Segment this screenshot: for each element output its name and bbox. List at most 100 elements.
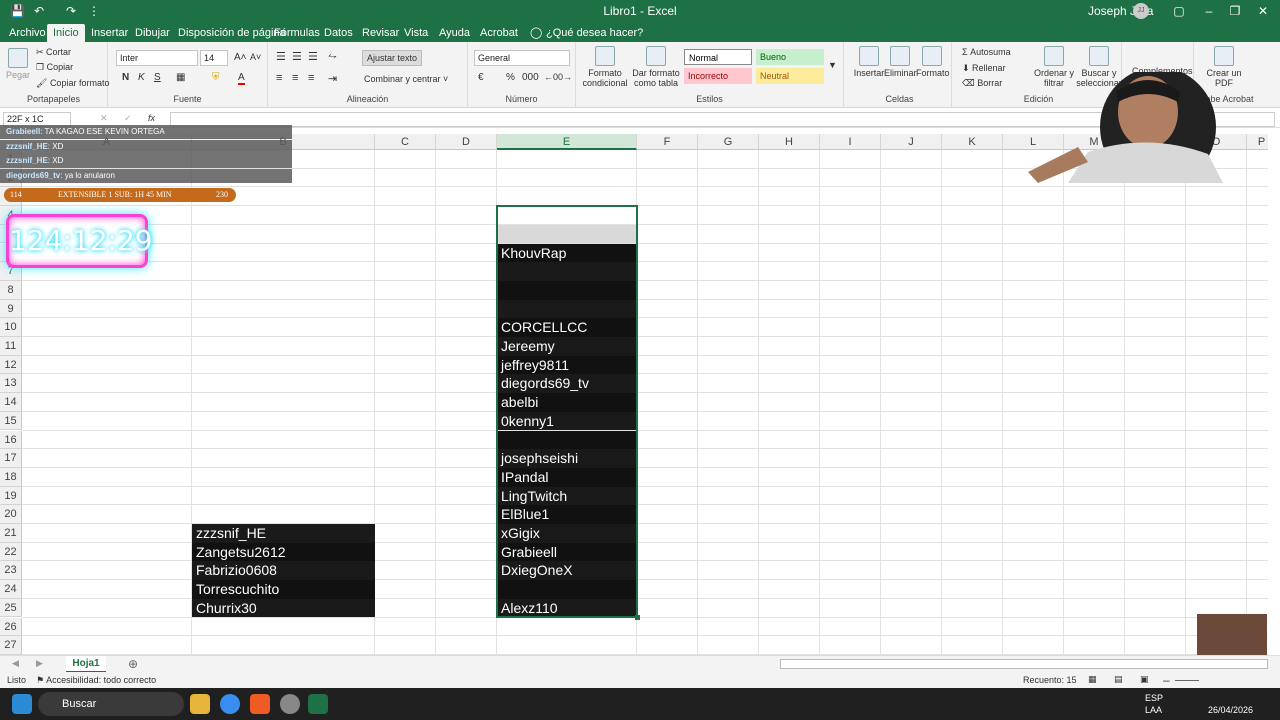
clear-button[interactable]: ⌫ Borrar: [962, 78, 1002, 89]
row-header-13[interactable]: 13: [0, 374, 22, 394]
maximize-icon[interactable]: ❐: [1220, 0, 1250, 22]
row-header-22[interactable]: 22: [0, 542, 22, 562]
number-format-select[interactable]: General: [474, 50, 570, 66]
shrink-font-icon[interactable]: A˅: [250, 52, 261, 62]
cell-e25[interactable]: Alexz110: [497, 598, 637, 618]
tab-insertar[interactable]: Insertar: [85, 24, 134, 42]
cell-e10[interactable]: CORCELLCC: [497, 318, 637, 337]
prev-sheet-icon[interactable]: ◀: [12, 658, 19, 669]
format-cells-button[interactable]: Formato: [916, 46, 950, 78]
language-indicator[interactable]: ESP: [1145, 693, 1163, 703]
decrease-decimal-icon[interactable]: 0→: [558, 72, 572, 82]
font-color-icon[interactable]: A: [238, 72, 245, 85]
cell-e8[interactable]: [497, 280, 637, 300]
style-neutral[interactable]: Neutral: [756, 68, 824, 84]
row-header-12[interactable]: 12: [0, 355, 22, 375]
row-header-23[interactable]: 23: [0, 561, 22, 581]
underline-icon[interactable]: S: [154, 72, 161, 83]
comma-style-icon[interactable]: 000: [522, 72, 539, 83]
avatar[interactable]: JJ: [1133, 3, 1149, 19]
cell-e14[interactable]: abelbi: [497, 393, 637, 412]
page-break-icon[interactable]: ▣: [1140, 674, 1149, 685]
merge-center-button[interactable]: Combinar y centrar ˅: [364, 74, 448, 84]
col-header-f[interactable]: F: [637, 134, 698, 150]
tab-vista[interactable]: Vista: [398, 24, 434, 42]
row-header-10[interactable]: 10: [0, 318, 22, 337]
row-header-16[interactable]: 16: [0, 430, 22, 450]
increase-decimal-icon[interactable]: ←0: [544, 72, 558, 82]
zoom-out-icon[interactable]: –: [1163, 673, 1170, 687]
styles-more-icon[interactable]: ▼: [828, 60, 837, 70]
align-right-icon[interactable]: ≡: [308, 72, 314, 84]
windows-start-icon[interactable]: [12, 694, 32, 714]
cell-e16[interactable]: [497, 430, 637, 450]
row-header-11[interactable]: 11: [0, 337, 22, 356]
col-header-e[interactable]: E: [497, 134, 637, 150]
autosum-button[interactable]: Σ Autosuma: [962, 47, 1011, 57]
zoom-slider[interactable]: [1175, 680, 1199, 681]
cancel-icon[interactable]: ✕: [100, 113, 108, 124]
col-header-i[interactable]: I: [820, 134, 881, 150]
font-name-select[interactable]: Inter: [116, 50, 198, 66]
language-indicator-2[interactable]: LAA: [1145, 705, 1162, 715]
tab-ayuda[interactable]: Ayuda: [433, 24, 476, 42]
worksheet-grid[interactable]: ABCDEFGHIJKLMNOP123456789101112131415161…: [0, 134, 1268, 655]
conditional-format-button[interactable]: Formato condicional: [582, 46, 628, 88]
cell-b25[interactable]: Churrix30: [192, 598, 375, 618]
cell-b24[interactable]: Torrescuchito: [192, 580, 375, 599]
grow-font-icon[interactable]: A˄: [234, 52, 247, 63]
col-header-h[interactable]: H: [759, 134, 820, 150]
obs-icon[interactable]: [280, 694, 300, 714]
file-explorer-icon[interactable]: [190, 694, 210, 714]
bold-icon[interactable]: N: [122, 72, 129, 83]
row-header-21[interactable]: 21: [0, 524, 22, 543]
col-header-j[interactable]: J: [881, 134, 942, 150]
cell-e12[interactable]: jeffrey9811: [497, 355, 637, 375]
page-layout-icon[interactable]: ▤: [1114, 674, 1123, 685]
cell-e22[interactable]: Grabieell: [497, 542, 637, 562]
borders-icon[interactable]: ▦: [176, 72, 185, 83]
row-header-26[interactable]: 26: [0, 617, 22, 637]
align-bottom-icon[interactable]: ☰: [308, 50, 318, 63]
close-icon[interactable]: ✕: [1248, 0, 1278, 22]
cell-e15[interactable]: 0kenny1: [497, 411, 637, 431]
taskbar-search[interactable]: Buscar: [38, 692, 184, 716]
row-header-18[interactable]: 18: [0, 467, 22, 487]
copy-button[interactable]: ❐ Copiar: [36, 62, 73, 73]
function-icon[interactable]: fx: [148, 113, 155, 123]
brave-icon[interactable]: [250, 694, 270, 714]
ribbon-display-icon[interactable]: ▢: [1164, 0, 1194, 22]
row-header-9[interactable]: 9: [0, 299, 22, 319]
font-size-select[interactable]: 14: [200, 50, 228, 66]
style-bad[interactable]: Incorrecto: [684, 68, 752, 84]
cell-e7[interactable]: [497, 262, 637, 281]
wrap-text-button[interactable]: Ajustar texto: [362, 50, 423, 66]
tab-inicio[interactable]: Inicio: [47, 24, 85, 42]
style-normal[interactable]: Normal: [684, 49, 752, 65]
horizontal-scrollbar[interactable]: [780, 659, 1268, 669]
cell-b22[interactable]: Zangetsu2612: [192, 542, 375, 562]
orientation-icon[interactable]: ⥊: [328, 50, 337, 63]
sheet-tab[interactable]: Hoja1: [66, 656, 106, 673]
tab-datos[interactable]: Datos: [318, 24, 359, 42]
percent-icon[interactable]: %: [506, 72, 515, 83]
row-header-14[interactable]: 14: [0, 393, 22, 412]
cell-e19[interactable]: LingTwitch: [497, 486, 637, 506]
cell-e11[interactable]: Jereemy: [497, 337, 637, 356]
cell-e13[interactable]: diegords69_tv: [497, 374, 637, 394]
delete-cells-button[interactable]: Eliminar: [884, 46, 917, 78]
cut-button[interactable]: ✂ Cortar: [36, 47, 71, 58]
currency-icon[interactable]: €: [478, 72, 484, 83]
fill-color-icon[interactable]: ⛨: [212, 72, 220, 83]
add-sheet-icon[interactable]: ⊕: [128, 657, 138, 671]
cell-e17[interactable]: josephseishi: [497, 449, 637, 468]
italic-icon[interactable]: K: [138, 72, 145, 83]
accessibility-status[interactable]: ⚑ Accesibilidad: todo correcto: [36, 675, 156, 686]
row-header-24[interactable]: 24: [0, 580, 22, 599]
col-header-p[interactable]: P: [1247, 134, 1268, 150]
cell-b21[interactable]: zzzsnif_HE: [192, 524, 375, 543]
row-header-15[interactable]: 15: [0, 411, 22, 431]
cell-e24[interactable]: [497, 580, 637, 599]
col-header-c[interactable]: C: [375, 134, 436, 150]
paste-button[interactable]: Pegar: [4, 48, 32, 80]
